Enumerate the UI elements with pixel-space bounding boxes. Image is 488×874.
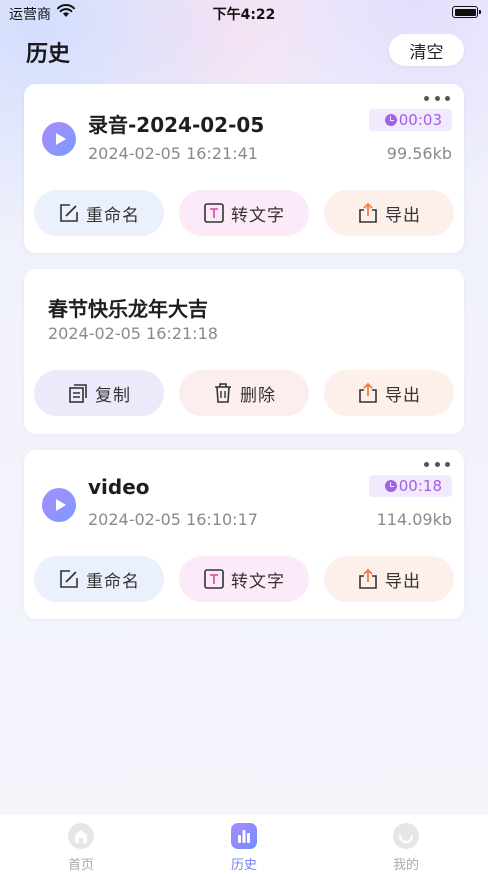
text-card: 春节快乐龙年大吉 2024-02-05 16:21:18 复制 删除 导出 — [24, 269, 464, 434]
transcribe-button[interactable]: 转文字 — [179, 556, 309, 602]
history-chart-icon — [231, 823, 257, 849]
tab-bar: 首页 历史 我的 — [0, 813, 488, 874]
tab-history-label: 历史 — [230, 858, 257, 873]
rename-label: 重命名 — [86, 571, 140, 592]
duration-badge: 00:18 — [368, 475, 452, 497]
clock-icon — [384, 114, 397, 126]
recording-card: video 00:18 2024-02-05 16:10:17 114.09kb… — [24, 450, 464, 619]
tab-home-label: 首页 — [67, 858, 94, 873]
export-button[interactable]: 导出 — [324, 190, 454, 236]
profile-icon — [393, 823, 419, 849]
file-size: 99.56kb — [386, 144, 452, 163]
tab-home[interactable]: 首页 — [41, 822, 121, 873]
transcribe-label: 转文字 — [231, 571, 285, 592]
file-size: 114.09kb — [376, 510, 452, 529]
text-icon — [204, 569, 224, 589]
trash-icon — [215, 383, 231, 403]
tab-profile[interactable]: 我的 — [366, 822, 446, 873]
export-label: 导出 — [385, 385, 421, 406]
duration-text: 00:18 — [398, 477, 442, 495]
text-datetime: 2024-02-05 16:21:18 — [48, 324, 218, 343]
export-icon — [359, 568, 377, 589]
recording-datetime: 2024-02-05 16:10:17 — [88, 510, 258, 529]
copy-icon — [69, 384, 87, 403]
tab-history[interactable]: 历史 — [204, 822, 284, 873]
rename-button[interactable]: 重命名 — [34, 190, 164, 236]
page-title: 历史 — [26, 42, 71, 67]
edit-icon — [60, 570, 78, 588]
delete-label: 删除 — [240, 385, 276, 406]
copy-label: 复制 — [95, 385, 131, 406]
delete-button[interactable]: 删除 — [179, 370, 309, 416]
duration-badge: 00:03 — [368, 109, 452, 131]
recording-datetime: 2024-02-05 16:21:41 — [88, 144, 258, 163]
rename-button[interactable]: 重命名 — [34, 556, 164, 602]
home-icon — [68, 823, 94, 849]
export-label: 导出 — [385, 205, 421, 226]
transcribe-label: 转文字 — [231, 205, 285, 226]
tab-profile-label: 我的 — [392, 858, 419, 873]
status-bar: 运营商 下午4:22 — [0, 0, 488, 26]
clock-icon — [384, 480, 397, 492]
recording-title: video — [88, 475, 150, 499]
more-options-icon[interactable] — [424, 94, 450, 102]
battery-icon — [452, 6, 481, 18]
copy-button[interactable]: 复制 — [34, 370, 164, 416]
clear-button[interactable]: 清空 — [389, 34, 464, 66]
status-time: 下午4:22 — [212, 7, 276, 23]
export-button[interactable]: 导出 — [324, 556, 454, 602]
more-options-icon[interactable] — [424, 460, 450, 468]
duration-text: 00:03 — [398, 111, 442, 129]
play-button[interactable] — [42, 122, 76, 156]
play-button[interactable] — [42, 488, 76, 522]
transcribe-button[interactable]: 转文字 — [179, 190, 309, 236]
export-button[interactable]: 导出 — [324, 370, 454, 416]
export-label: 导出 — [385, 571, 421, 592]
recording-card: 录音-2024-02-05 00:03 2024-02-05 16:21:41 … — [24, 84, 464, 253]
edit-icon — [60, 204, 78, 222]
text-title: 春节快乐龙年大吉 — [48, 297, 208, 321]
export-icon — [359, 202, 377, 223]
text-icon — [204, 203, 224, 223]
rename-label: 重命名 — [86, 205, 140, 226]
recording-title: 录音-2024-02-05 — [88, 113, 265, 137]
export-icon — [359, 382, 377, 403]
